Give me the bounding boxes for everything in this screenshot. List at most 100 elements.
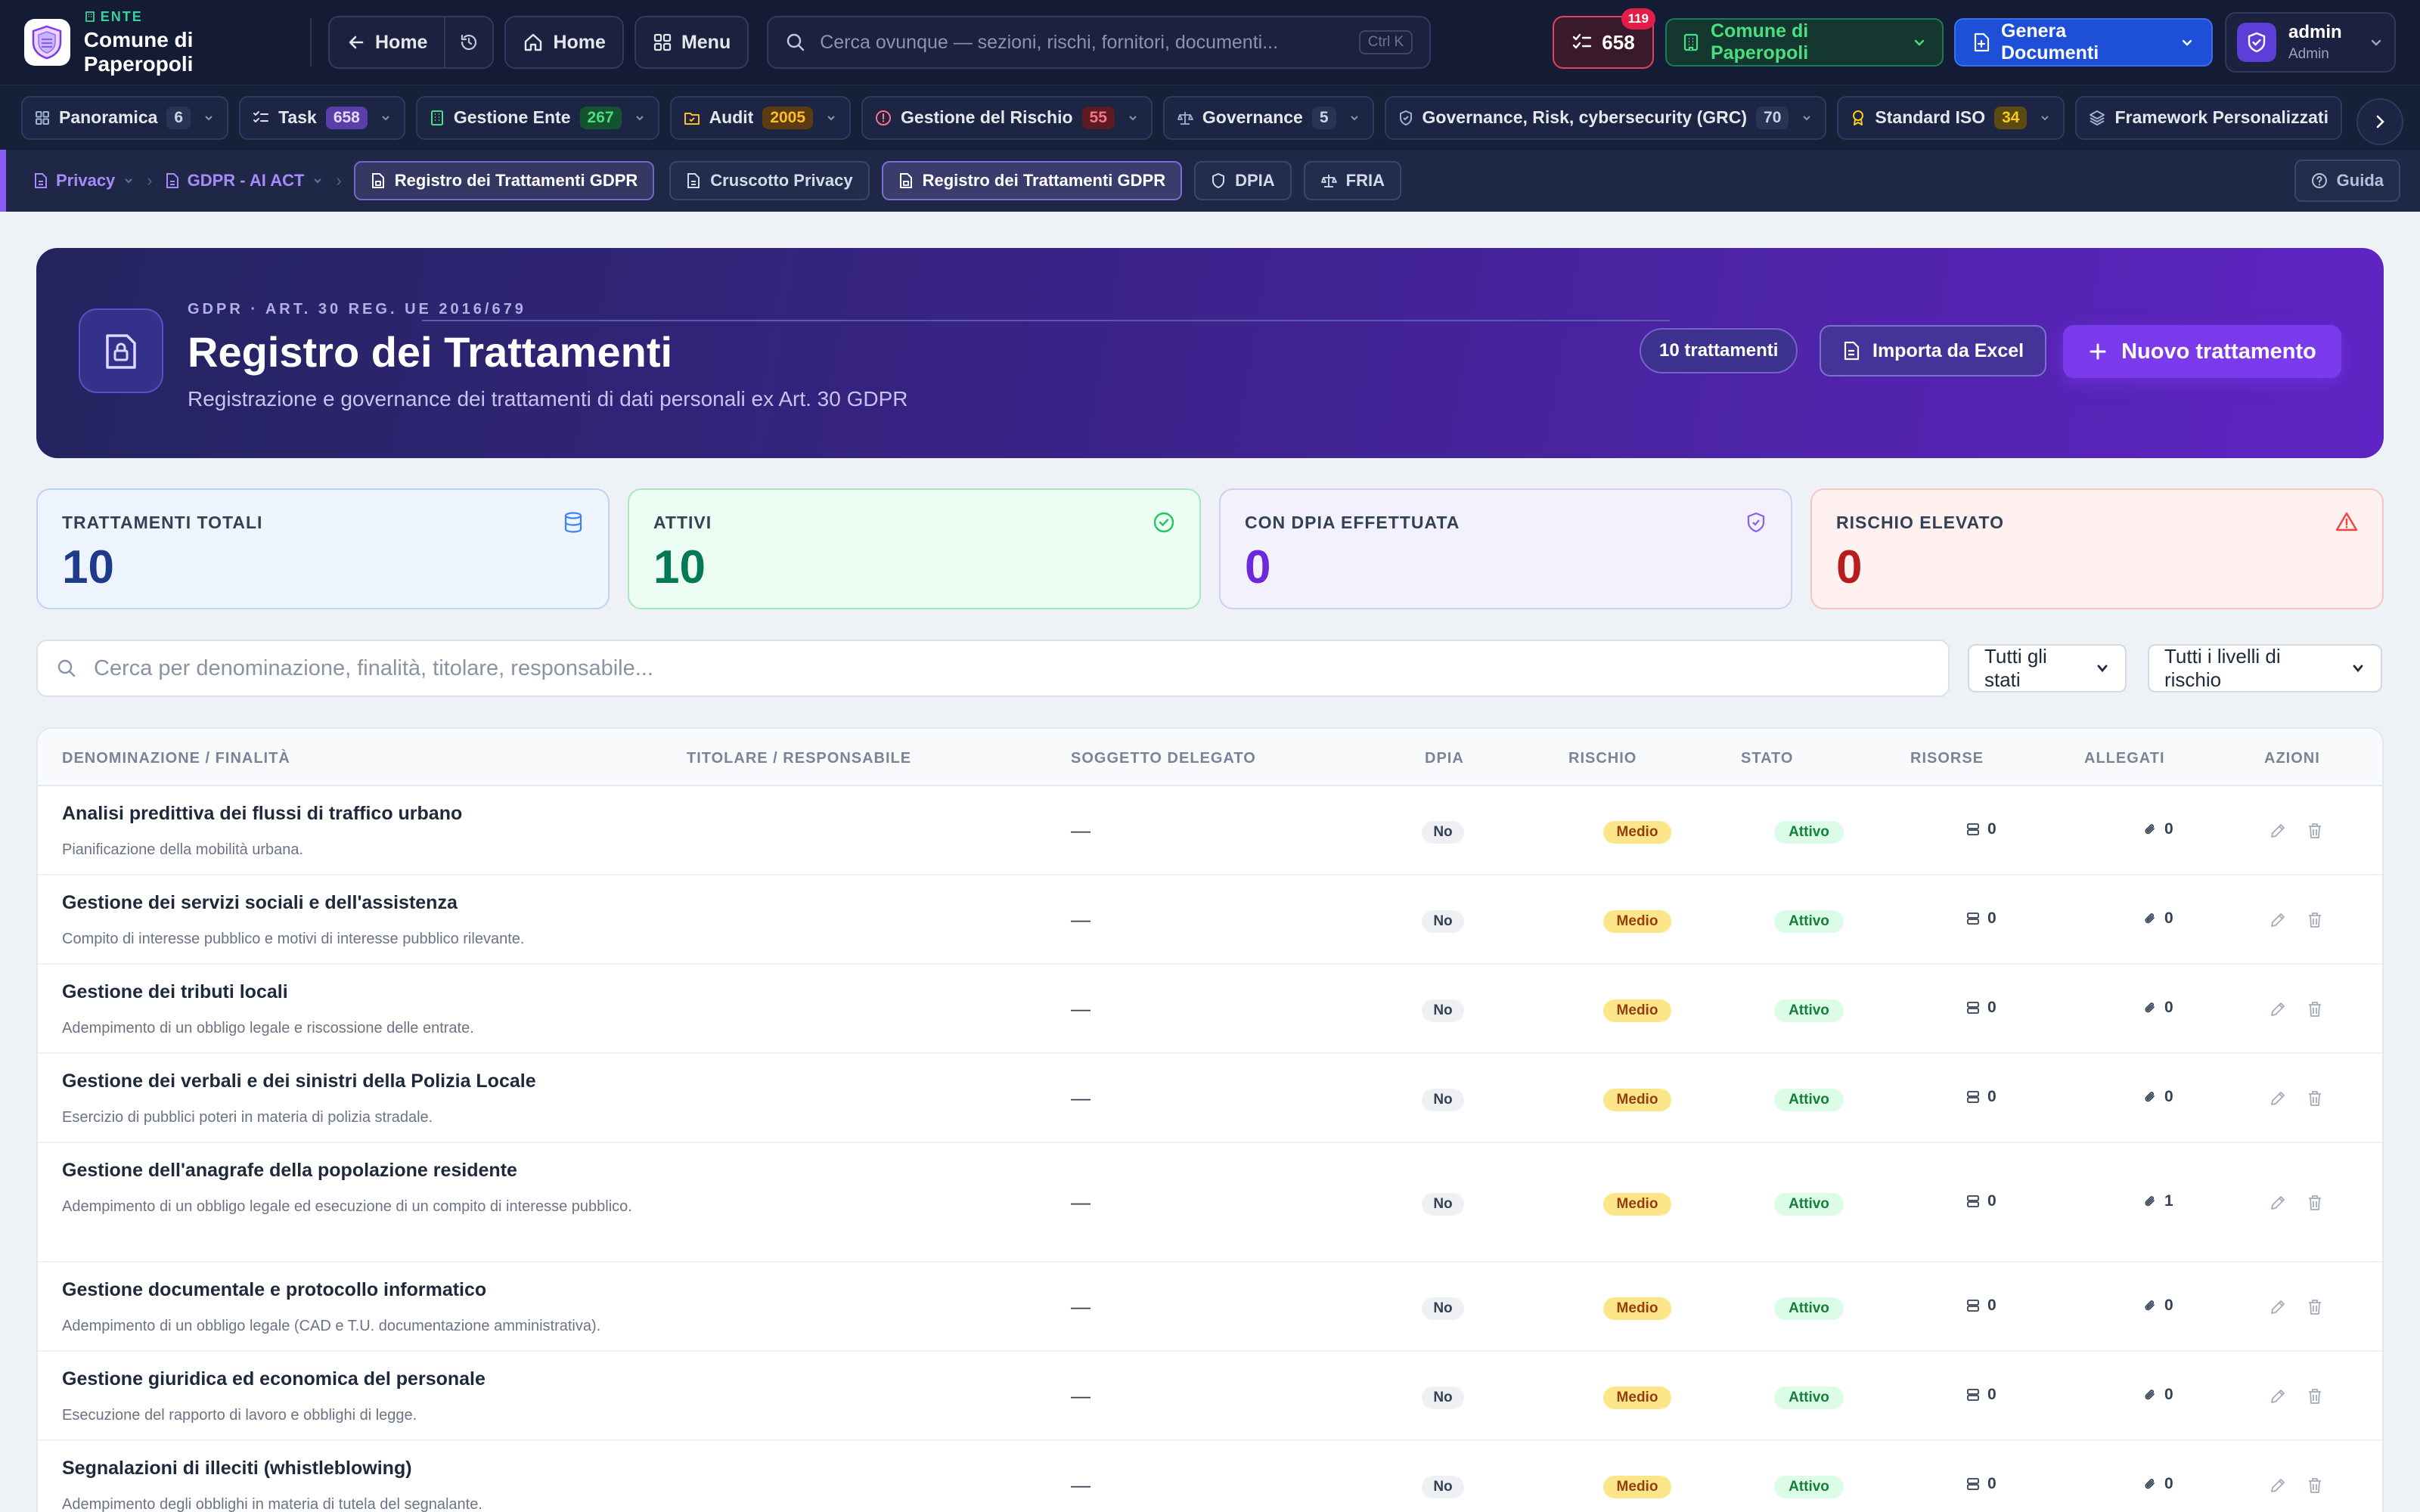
edit-icon[interactable] — [2269, 1194, 2287, 1212]
import-excel-button[interactable]: Importa da Excel — [1820, 325, 2047, 376]
generate-documents-button[interactable]: Genera Documenti — [1954, 18, 2213, 67]
module-tab[interactable]: Gestione del Rischio 55 — [861, 95, 1153, 140]
new-treatment-button[interactable]: Nuovo trattamento — [2063, 325, 2341, 378]
attachments-count[interactable]: 0 — [2143, 820, 2173, 838]
global-search-input[interactable]: Cerca ovunque — sezioni, rischi, fornito… — [767, 16, 1432, 69]
breadcrumb-gdpr-ai-act[interactable]: GDPR - AI ACT — [165, 171, 324, 191]
kpi-card: RISCHIO ELEVATO 0 — [1810, 488, 2384, 609]
treatment-name[interactable]: Gestione dell'anagrafe della popolazione… — [62, 1160, 517, 1182]
module-scroll-right-button[interactable] — [2356, 98, 2403, 145]
page-subtitle: Registrazione e governance dei trattamen… — [188, 387, 908, 411]
module-tab[interactable]: Governance 5 — [1162, 95, 1374, 140]
delete-icon[interactable] — [2307, 1298, 2323, 1316]
tab-cruscotto-privacy[interactable]: Cruscotto Privacy — [669, 161, 870, 200]
delete-icon[interactable] — [2307, 1476, 2323, 1495]
table-row[interactable]: Segnalazioni di illeciti (whistleblowing… — [38, 1441, 2382, 1512]
treatment-search-input[interactable]: Cerca per denominazione, finalità, titol… — [36, 640, 1950, 697]
module-tab[interactable]: Panoramica 6 — [21, 95, 229, 140]
risk-filter-select[interactable]: Tutti i livelli di rischio — [2148, 644, 2382, 692]
treatment-name[interactable]: Segnalazioni di illeciti (whistleblowing… — [62, 1458, 412, 1479]
module-tab[interactable]: Task 658 — [239, 95, 405, 140]
table-row[interactable]: Gestione dei verbali e dei sinistri dell… — [38, 1054, 2382, 1143]
delete-icon[interactable] — [2307, 1000, 2323, 1018]
module-tab[interactable]: Framework Personalizzati — [2075, 95, 2342, 140]
tasks-button[interactable]: 658 119 — [1553, 8, 1655, 69]
breadcrumb-privacy[interactable]: Privacy — [33, 171, 135, 191]
resources-count[interactable]: 0 — [1966, 820, 1996, 838]
back-home-button[interactable]: Home — [330, 17, 444, 67]
resources-count[interactable]: 0 — [1966, 1192, 1996, 1210]
user-menu[interactable]: admin Admin — [2225, 12, 2396, 73]
tab-registro-trattamenti[interactable]: Registro dei Trattamenti GDPR — [881, 161, 1183, 200]
module-tab[interactable]: Standard ISO 34 — [1837, 95, 2065, 140]
delete-icon[interactable] — [2307, 1194, 2323, 1212]
row-actions — [2269, 822, 2323, 840]
delete-icon[interactable] — [2307, 1387, 2323, 1405]
table-row[interactable]: Gestione giuridica ed economica del pers… — [38, 1352, 2382, 1441]
menu-button[interactable]: Menu — [634, 16, 749, 69]
risk-badge: Medio — [1603, 1476, 1671, 1498]
treatment-name[interactable]: Gestione dei servizi sociali e dell'assi… — [62, 892, 458, 914]
edit-icon[interactable] — [2269, 911, 2287, 929]
checklist-icon — [253, 110, 269, 125]
chevron-down-icon — [312, 175, 324, 187]
edit-icon[interactable] — [2269, 1298, 2287, 1316]
status-badge: Attivo — [1774, 1297, 1844, 1320]
delete-icon[interactable] — [2307, 1089, 2323, 1108]
treatment-purpose: Adempimento degli obblighi in materia di… — [62, 1496, 482, 1512]
home-button[interactable]: Home — [504, 16, 624, 69]
resources-count[interactable]: 0 — [1966, 1297, 1996, 1315]
module-tab[interactable]: Audit 2005 — [669, 95, 852, 140]
delete-icon[interactable] — [2307, 911, 2323, 929]
breadcrumb-separator: › — [147, 171, 153, 190]
history-button[interactable] — [444, 17, 492, 67]
attachments-count[interactable]: 0 — [2143, 999, 2173, 1017]
kpi-value: 10 — [653, 541, 706, 593]
status-filter-select[interactable]: Tutti gli stati — [1968, 644, 2127, 692]
row-actions — [2269, 911, 2323, 929]
module-count-badge: 6 — [166, 106, 191, 129]
table-row[interactable]: Analisi predittiva dei flussi di traffic… — [38, 786, 2382, 875]
edit-icon[interactable] — [2269, 1089, 2287, 1108]
house-icon — [523, 32, 544, 53]
attachments-count[interactable]: 0 — [2143, 1386, 2173, 1404]
tab-dpia[interactable]: DPIA — [1194, 161, 1292, 200]
table-body: Analisi predittiva dei flussi di traffic… — [38, 786, 2382, 1512]
tasks-notification-badge: 119 — [1621, 8, 1655, 29]
tab-registro-trattamenti-current[interactable]: Registro dei Trattamenti GDPR — [353, 161, 655, 200]
chevron-down-icon — [634, 112, 646, 124]
treatment-name[interactable]: Gestione giuridica ed economica del pers… — [62, 1368, 486, 1390]
attachments-count[interactable]: 0 — [2143, 1475, 2173, 1493]
resources-count[interactable]: 0 — [1966, 1475, 1996, 1493]
resources-count[interactable]: 0 — [1966, 1386, 1996, 1404]
edit-icon[interactable] — [2269, 822, 2287, 840]
resources-count[interactable]: 0 — [1966, 1088, 1996, 1106]
attachments-count[interactable]: 0 — [2143, 909, 2173, 928]
attachments-count[interactable]: 0 — [2143, 1297, 2173, 1315]
attachments-count[interactable]: 0 — [2143, 1088, 2173, 1106]
guide-button[interactable]: Guida — [2294, 160, 2400, 202]
edit-icon[interactable] — [2269, 1000, 2287, 1018]
table-row[interactable]: Gestione dell'anagrafe della popolazione… — [38, 1143, 2382, 1263]
treatment-name[interactable]: Analisi predittiva dei flussi di traffic… — [62, 803, 462, 825]
treatment-name[interactable]: Gestione dei verbali e dei sinistri dell… — [62, 1070, 536, 1092]
arrow-left-icon — [346, 33, 366, 52]
edit-icon[interactable] — [2269, 1387, 2287, 1405]
table-row[interactable]: Gestione dei servizi sociali e dell'assi… — [38, 875, 2382, 965]
database-icon — [563, 511, 584, 534]
module-tab[interactable]: Gestione Ente 267 — [415, 95, 659, 140]
table-row[interactable]: Gestione dei tributi locali Adempimento … — [38, 965, 2382, 1054]
module-tab[interactable]: Governance, Risk, cybersecurity (GRC) 70 — [1384, 95, 1827, 140]
attachments-count-value: 0 — [2164, 1386, 2173, 1403]
table-row[interactable]: Gestione documentale e protocollo inform… — [38, 1263, 2382, 1352]
org-brand[interactable]: ENTE Comune di Paperopoli — [24, 9, 304, 76]
attachments-count[interactable]: 1 — [2143, 1192, 2173, 1210]
edit-icon[interactable] — [2269, 1476, 2287, 1495]
treatment-name[interactable]: Gestione dei tributi locali — [62, 981, 288, 1003]
delete-icon[interactable] — [2307, 822, 2323, 840]
treatment-name[interactable]: Gestione documentale e protocollo inform… — [62, 1279, 486, 1301]
resources-count[interactable]: 0 — [1966, 999, 1996, 1017]
org-selector[interactable]: Comune di Paperopoli — [1665, 18, 1944, 67]
resources-count[interactable]: 0 — [1966, 909, 1996, 928]
tab-fria[interactable]: FRIA — [1303, 161, 1401, 200]
